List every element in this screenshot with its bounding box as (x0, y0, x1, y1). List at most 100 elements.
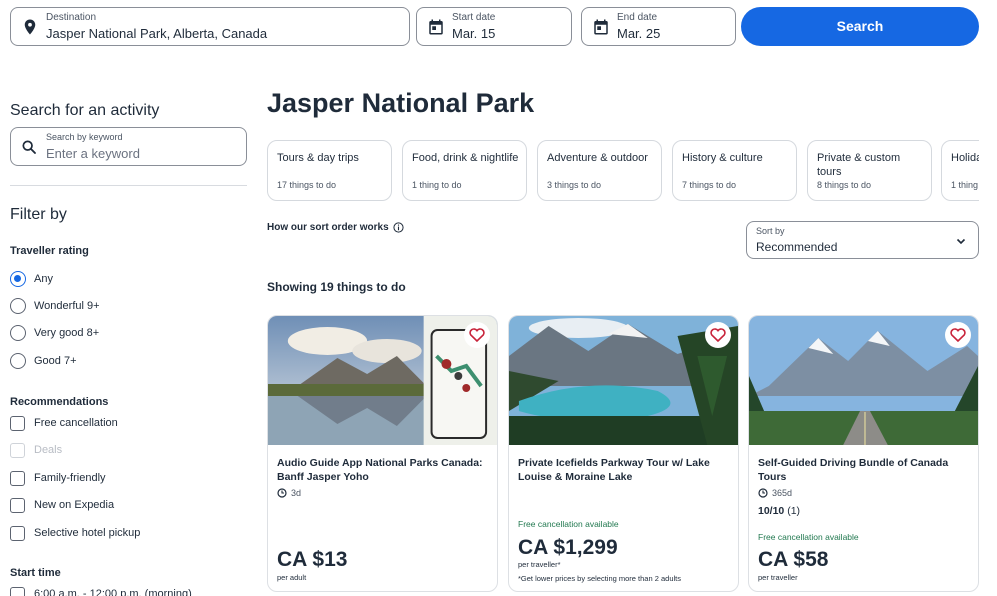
category-card[interactable]: Holiday tours 1 thing to do (941, 140, 979, 201)
price-unit: per traveller (758, 573, 798, 582)
option-label: Deals (34, 444, 63, 456)
start-date-label: Start date (452, 12, 496, 23)
category-name: Tours & day trips (277, 152, 359, 164)
checkbox[interactable] (10, 415, 25, 431)
info-icon[interactable] (393, 222, 404, 233)
location-pin-icon (24, 19, 36, 35)
start-date-value: Mar. 15 (452, 26, 496, 41)
page-title: Jasper National Park (267, 88, 535, 118)
filter-free-cancellation[interactable]: Free cancellation (10, 414, 118, 432)
category-card[interactable]: Tours & day trips 17 things to do (267, 140, 392, 201)
rating-option-good[interactable]: Good 7+ (10, 352, 77, 370)
activity-card[interactable]: Private Icefields Parkway Tour w/ Lake L… (508, 315, 739, 592)
start-date-field[interactable]: Start date Mar. 15 (416, 7, 572, 46)
search-activity-heading: Search for an activity (10, 102, 160, 119)
filter-deals: Deals (10, 441, 62, 459)
filter-hotel-pickup[interactable]: Selective hotel pickup (10, 524, 140, 542)
search-button[interactable]: Search (741, 7, 979, 46)
save-heart-button[interactable] (705, 322, 731, 348)
category-card[interactable]: Private & custom tours 8 things to do (807, 140, 932, 201)
category-count: 7 things to do (682, 180, 737, 190)
end-date-field[interactable]: End date Mar. 25 (581, 7, 736, 46)
category-name: Adventure & outdoor (547, 152, 648, 164)
activity-card[interactable]: Self-Guided Driving Bundle of Canada Tou… (748, 315, 979, 592)
category-card[interactable]: Food, drink & nightlife 1 thing to do (402, 140, 527, 201)
duration-value: 365d (772, 488, 793, 498)
duration: 3d (277, 488, 301, 498)
checkbox[interactable] (10, 525, 25, 541)
sort-value: Recommended (756, 240, 838, 254)
option-label: Selective hotel pickup (34, 527, 141, 539)
category-count: 1 thing to do (412, 180, 462, 190)
traveller-rating-heading: Traveller rating (10, 245, 89, 257)
filter-new-on-expedia[interactable]: New on Expedia (10, 496, 114, 514)
category-name: Holiday tours (951, 152, 979, 164)
rating-score: 10/10 (758, 505, 785, 517)
rating: 10/10 (1) (758, 505, 800, 517)
rating-count: (1) (787, 505, 801, 517)
option-label: Good 7+ (34, 355, 77, 367)
destination-field[interactable]: Destination Jasper National Park, Albert… (10, 7, 410, 46)
category-count: 8 things to do (817, 180, 872, 190)
sidebar-divider (10, 185, 247, 186)
radio-button[interactable] (10, 298, 26, 314)
sort-order-info-label: How our sort order works (267, 222, 389, 233)
start-time-heading: Start time (10, 567, 61, 579)
sort-select[interactable]: Sort by Recommended (746, 221, 979, 259)
price: CA $13 (277, 548, 348, 571)
price-note: *Get lower prices by selecting more than… (518, 574, 681, 583)
destination-value: Jasper National Park, Alberta, Canada (46, 26, 268, 41)
price-unit: per traveller* (518, 560, 561, 569)
clock-icon (277, 488, 287, 498)
category-card[interactable]: History & culture 7 things to do (672, 140, 797, 201)
option-label: Free cancellation (34, 417, 118, 429)
activity-title: Audio Guide App National Parks Canada: B… (277, 457, 483, 483)
price: CA $58 (758, 548, 829, 571)
recommendations-heading: Recommendations (10, 396, 109, 408)
free-cancellation-note: Free cancellation available (518, 519, 619, 529)
filter-family-friendly[interactable]: Family-friendly (10, 469, 106, 487)
activity-title: Private Icefields Parkway Tour w/ Lake L… (518, 457, 710, 483)
filter-morning[interactable]: 6:00 a.m. - 12:00 p.m. (morning) (10, 585, 192, 596)
radio-button[interactable] (10, 271, 26, 287)
destination-label: Destination (46, 12, 97, 23)
rating-option-any[interactable]: Any (10, 270, 53, 288)
duration-value: 3d (291, 488, 302, 498)
clock-icon (758, 488, 768, 498)
activity-card[interactable]: Audio Guide App National Parks Canada: B… (267, 315, 498, 592)
rating-option-very-good[interactable]: Very good 8+ (10, 324, 99, 342)
rating-option-wonderful[interactable]: Wonderful 9+ (10, 297, 100, 315)
save-heart-button[interactable] (464, 322, 490, 348)
free-cancellation-note: Free cancellation available (758, 532, 859, 542)
filter-heading: Filter by (10, 206, 67, 223)
radio-button[interactable] (10, 353, 26, 369)
price: CA $1,299 (518, 536, 618, 559)
category-name: Food, drink & nightlife (412, 152, 519, 164)
sort-order-info[interactable]: How our sort order works (267, 222, 404, 233)
calendar-icon (594, 19, 608, 35)
results-count: Showing 19 things to do (267, 280, 406, 294)
checkbox[interactable] (10, 497, 25, 513)
category-count: 1 thing to do (951, 180, 979, 190)
activity-title: Self-Guided Driving Bundle of Canada Tou… (758, 457, 949, 483)
end-date-value: Mar. 25 (617, 26, 661, 41)
calendar-icon (429, 19, 443, 35)
option-label: Any (34, 273, 53, 285)
radio-button[interactable] (10, 325, 26, 341)
duration: 365d (758, 488, 792, 498)
checkbox[interactable] (10, 470, 25, 486)
search-icon (22, 140, 36, 154)
keyword-search-input[interactable]: Search by keyword Enter a keyword (10, 127, 247, 166)
category-name: History & culture (682, 152, 763, 164)
save-heart-button[interactable] (945, 322, 971, 348)
option-label: Wonderful 9+ (34, 300, 100, 312)
activity-image (268, 316, 497, 445)
option-label: Family-friendly (34, 472, 106, 484)
heart-icon (469, 328, 485, 342)
category-card[interactable]: Adventure & outdoor 3 things to do (537, 140, 662, 201)
heart-icon (710, 328, 726, 342)
sort-label: Sort by (756, 226, 785, 236)
checkbox[interactable] (10, 586, 25, 596)
option-label: 6:00 a.m. - 12:00 p.m. (morning) (34, 588, 192, 596)
keyword-label: Search by keyword (46, 132, 123, 142)
